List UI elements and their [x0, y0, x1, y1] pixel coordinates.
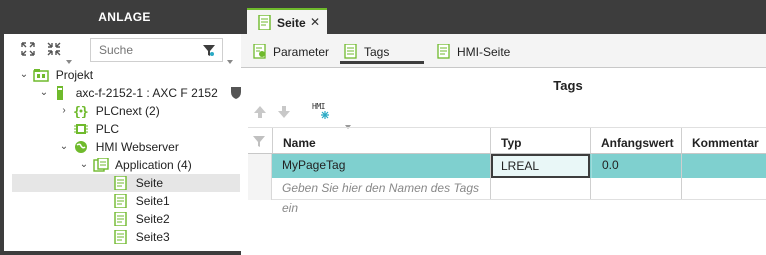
tab-parameter[interactable]: Parameter	[253, 42, 329, 62]
hmi-dropdown-icon[interactable]	[345, 118, 351, 129]
hmi-page-icon	[113, 175, 129, 191]
plc-chip-icon	[73, 122, 89, 136]
column-header-kommentar[interactable]: Kommentar	[682, 128, 766, 153]
filter-icon[interactable]	[202, 43, 216, 57]
hmi-page-icon	[437, 43, 451, 59]
plcnext-brace-icon: {}	[73, 104, 89, 120]
tree-node-label: Seite2	[135, 212, 170, 226]
new-tag-kommentar-cell[interactable]	[682, 178, 766, 199]
search-box	[90, 38, 223, 62]
application-pages-icon	[93, 157, 110, 172]
tree-node-label: Seite1	[135, 194, 170, 208]
editor-subtabs: Parameter Tags HMI-Seite	[241, 34, 766, 68]
new-row[interactable]: Geben Sie hier den Namen des Tags ein	[272, 178, 766, 215]
new-tag-anfangswert-cell[interactable]	[591, 178, 682, 199]
move-down-icon[interactable]	[277, 105, 291, 119]
cell-typ-editor[interactable]: LREAL	[491, 154, 590, 178]
hmi-page-icon	[113, 211, 129, 227]
close-icon[interactable]: ✕	[310, 15, 320, 29]
parameter-icon	[253, 43, 267, 59]
new-tag-typ-cell[interactable]	[491, 178, 591, 199]
collapse-dropdown-icon[interactable]	[66, 53, 72, 64]
expand-all-icon[interactable]	[20, 41, 36, 57]
tab-label: Tags	[364, 45, 390, 59]
left-panel: ANLAGE ⌄ Projekt ⌄	[0, 0, 245, 255]
tree-node-application[interactable]: ⌄ Application (4)	[78, 156, 192, 174]
hmi-page-icon	[257, 14, 272, 31]
chevron-down-icon[interactable]: ⌄	[58, 138, 70, 156]
row-gutter	[248, 154, 272, 200]
tags-list-icon	[344, 43, 358, 59]
chevron-right-icon[interactable]: ›	[58, 102, 70, 120]
move-up-icon[interactable]	[253, 105, 267, 119]
page-title: Tags	[553, 78, 583, 93]
chevron-down-icon[interactable]: ⌄	[78, 156, 90, 174]
globe-icon	[73, 140, 89, 154]
panel-title: ANLAGE	[4, 0, 245, 34]
table-row[interactable]: MyPageTag LREAL 0.0	[272, 154, 766, 178]
hmi-tag-icon[interactable]: HMI	[312, 102, 334, 120]
tab-hmi-seite[interactable]: HMI-Seite	[437, 42, 510, 62]
column-header-name[interactable]: Name	[272, 128, 491, 153]
tree-node-label: PLCnext (2)	[95, 104, 160, 118]
tree-node-label: Application (4)	[115, 158, 192, 172]
search-dropdown-icon[interactable]	[227, 53, 233, 64]
tree-node-label: PLC	[95, 122, 120, 136]
document-tab-label: Seite	[277, 16, 306, 30]
tree-toolbar	[4, 34, 245, 64]
collapse-all-icon[interactable]	[46, 41, 62, 57]
cell-kommentar[interactable]	[682, 154, 766, 178]
tab-tags[interactable]: Tags	[344, 42, 389, 62]
tree-node-label: HMI Webserver	[95, 140, 179, 154]
column-header-typ[interactable]: Typ	[491, 128, 591, 153]
table-header: Name Typ Anfangswert Kommentar	[248, 127, 766, 154]
tree-node-seite2[interactable]: Seite2	[98, 210, 170, 228]
hmi-page-icon	[113, 193, 129, 209]
tree-node-seite1[interactable]: Seite1	[98, 192, 170, 210]
cell-name[interactable]: MyPageTag	[272, 154, 491, 178]
active-tab-indicator	[340, 61, 424, 64]
tree-node-plcnext[interactable]: › {} PLCnext (2)	[58, 102, 160, 120]
column-header-anfangswert[interactable]: Anfangswert	[591, 128, 682, 153]
tab-label: Parameter	[273, 45, 330, 59]
tree-node-seite3[interactable]: Seite3	[98, 228, 170, 246]
new-tag-name-input[interactable]: Geben Sie hier den Namen des Tags ein	[272, 178, 491, 215]
tab-label: HMI-Seite	[457, 45, 511, 59]
tree-node-hmi-webserver[interactable]: ⌄ HMI Webserver	[58, 138, 179, 156]
search-input[interactable]	[91, 39, 191, 61]
tree-node-label: Seite	[135, 176, 164, 190]
hmi-page-icon	[113, 229, 129, 245]
tree-node-seite[interactable]: Seite	[98, 174, 163, 192]
cell-anfangswert[interactable]: 0.0	[591, 154, 682, 178]
tree-node-label: Seite3	[135, 230, 170, 244]
tree-node-plc[interactable]: PLC	[58, 120, 119, 138]
document-tab-seite[interactable]: Seite ✕	[247, 8, 327, 34]
filter-icon[interactable]	[252, 134, 266, 148]
